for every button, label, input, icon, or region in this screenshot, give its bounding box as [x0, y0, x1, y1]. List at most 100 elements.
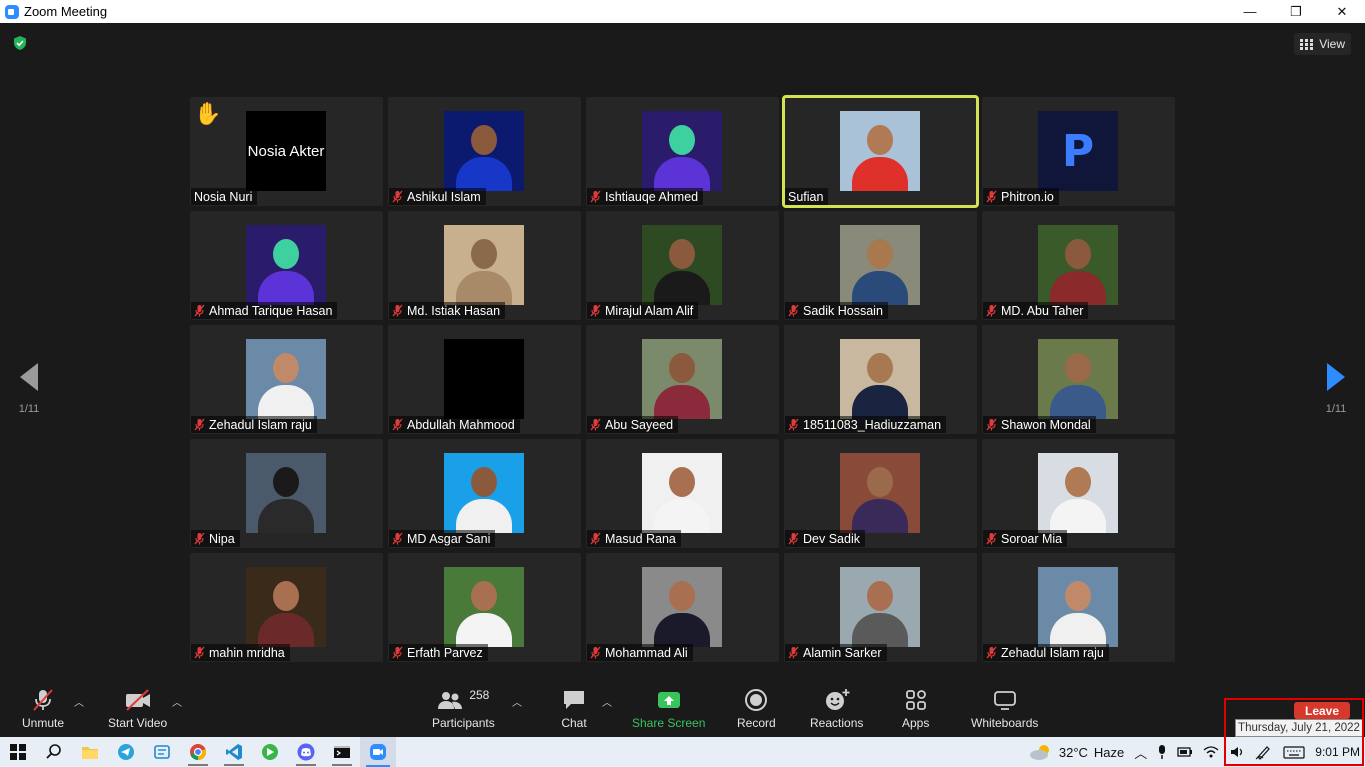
participant-tile[interactable]: Alamin Sarker — [784, 553, 977, 662]
participant-nameplate: 18511083_Hadiuzzaman — [785, 416, 947, 433]
muted-mic-icon — [590, 532, 601, 545]
telegram-button[interactable] — [108, 737, 144, 767]
next-page-button[interactable]: 1/11 — [1316, 363, 1356, 415]
reactions-button[interactable]: Reactions — [810, 686, 863, 730]
avatar-head — [867, 125, 893, 155]
chrome-button[interactable] — [180, 737, 216, 767]
participant-tile[interactable]: Soroar Mia — [982, 439, 1175, 548]
pen-icon[interactable] — [1250, 744, 1278, 760]
avatar-body — [1050, 385, 1106, 419]
clock[interactable]: 9:01 PM — [1310, 745, 1365, 759]
weather-temperature: 32°C — [1058, 744, 1088, 760]
participant-nameplate: Ashikul Islam — [389, 188, 486, 205]
apps-button[interactable]: Apps — [902, 686, 929, 730]
chevron-up-icon[interactable]: ︿ — [1129, 743, 1152, 762]
grid-icon — [1300, 38, 1314, 50]
participant-name: Alamin Sarker — [803, 645, 882, 660]
participant-tile[interactable]: 18511083_Hadiuzzaman — [784, 325, 977, 434]
participant-tile[interactable]: MD. Abu Taher — [982, 211, 1175, 320]
participant-tile[interactable]: mahin mridha — [190, 553, 383, 662]
participant-tile[interactable]: Masud Rana — [586, 439, 779, 548]
participant-nameplate: mahin mridha — [191, 644, 290, 661]
participant-tile[interactable]: Zehadul Islam raju — [982, 553, 1175, 662]
start-video-button[interactable]: Start Video — [108, 686, 167, 730]
file-explorer-button[interactable] — [72, 737, 108, 767]
participant-tile[interactable]: MD Asgar Sani — [388, 439, 581, 548]
keyboard-icon[interactable] — [1278, 745, 1310, 759]
participant-tile[interactable]: Nipa — [190, 439, 383, 548]
avatar-head — [471, 467, 497, 497]
participant-nameplate: MD Asgar Sani — [389, 530, 496, 547]
pushbullet-button[interactable] — [252, 737, 288, 767]
maximize-button[interactable]: ❐ — [1273, 0, 1319, 23]
shield-icon[interactable] — [12, 35, 28, 51]
leave-button[interactable]: Leave — [1294, 702, 1350, 719]
participant-tile[interactable]: Mirajul Alam Alif — [586, 211, 779, 320]
page-indicator-right: 1/11 — [1325, 403, 1347, 415]
avatar-body — [654, 499, 710, 533]
vscode-icon — [226, 744, 242, 760]
chat-caret[interactable]: ︿ — [602, 694, 612, 709]
participant-tile[interactable]: P Phitron.io — [982, 97, 1175, 206]
avatar-head — [273, 467, 299, 497]
microphone-icon[interactable] — [1152, 744, 1172, 760]
avatar-body — [654, 271, 710, 305]
vscode-button[interactable] — [216, 737, 252, 767]
participant-tile[interactable]: Nosia Akter ✋ Nosia Nuri — [190, 97, 383, 206]
start-button[interactable] — [0, 737, 36, 767]
avatar-body — [654, 385, 710, 419]
participant-tile[interactable]: Ashikul Islam — [388, 97, 581, 206]
chat-button[interactable]: Chat — [561, 686, 587, 730]
participant-avatar — [642, 453, 722, 533]
prev-page-button[interactable]: 1/11 — [9, 363, 49, 415]
participants-button[interactable]: 258 Participants — [432, 686, 495, 730]
discord-button[interactable] — [288, 737, 324, 767]
share-screen-button[interactable]: Share Screen — [632, 686, 705, 730]
battery-icon[interactable] — [1172, 746, 1198, 758]
minimize-button[interactable]: — — [1227, 0, 1273, 23]
terminal-button[interactable] — [324, 737, 360, 767]
participant-tile[interactable]: Abdullah Mahmood — [388, 325, 581, 434]
participant-tile[interactable]: Erfath Parvez — [388, 553, 581, 662]
volume-icon[interactable] — [1224, 745, 1250, 759]
close-button[interactable]: ✕ — [1319, 0, 1365, 23]
avatar-body — [852, 613, 908, 647]
muted-mic-icon — [986, 304, 997, 317]
participant-tile[interactable]: Abu Sayeed — [586, 325, 779, 434]
participant-name: Ahmad Tarique Hasan — [209, 303, 333, 318]
unmute-button[interactable]: Unmute — [22, 686, 64, 730]
codeblocks-button[interactable] — [144, 737, 180, 767]
participant-tile[interactable]: Sufian — [782, 95, 979, 208]
muted-mic-icon — [788, 418, 799, 431]
weather-widget[interactable]: 32°C Haze — [1024, 743, 1129, 761]
zoom-taskbar-button[interactable] — [360, 737, 396, 767]
participants-caret[interactable]: ︿ — [512, 694, 522, 709]
participant-name: MD Asgar Sani — [407, 531, 491, 546]
participant-nameplate: Phitron.io — [983, 188, 1059, 205]
audio-options-caret[interactable]: ︿ — [74, 694, 84, 709]
wifi-icon[interactable] — [1198, 745, 1224, 759]
participant-tile[interactable]: Mohammad Ali — [586, 553, 779, 662]
participant-name: Zehadul Islam raju — [209, 417, 312, 432]
video-options-caret[interactable]: ︿ — [172, 694, 182, 709]
weather-condition: Haze — [1093, 744, 1125, 760]
participant-tile[interactable]: Shawon Mondal — [982, 325, 1175, 434]
participant-tile[interactable]: Sadik Hossain — [784, 211, 977, 320]
view-button[interactable]: View — [1294, 33, 1351, 55]
participant-name: Mohammad Ali — [605, 645, 688, 660]
participant-tile[interactable]: Zehadul Islam raju — [190, 325, 383, 434]
participant-tile[interactable]: Dev Sadik — [784, 439, 977, 548]
participant-name: MD. Abu Taher — [1001, 303, 1084, 318]
start-video-label: Start Video — [108, 716, 168, 730]
page-indicator-left: 1/11 — [18, 403, 40, 415]
participant-tile[interactable]: Ishtiauqe Ahmed — [586, 97, 779, 206]
participant-tile[interactable]: Ahmad Tarique Hasan — [190, 211, 383, 320]
apps-icon — [905, 690, 926, 710]
apps-label: Apps — [902, 716, 930, 730]
participant-nameplate: Dev Sadik — [785, 530, 865, 547]
whiteboards-button[interactable]: Whiteboards — [971, 686, 1038, 730]
chat-icon — [564, 691, 584, 709]
search-button[interactable] — [36, 737, 72, 767]
record-button[interactable]: Record — [737, 686, 776, 730]
participant-tile[interactable]: Md. Istiak Hasan — [388, 211, 581, 320]
